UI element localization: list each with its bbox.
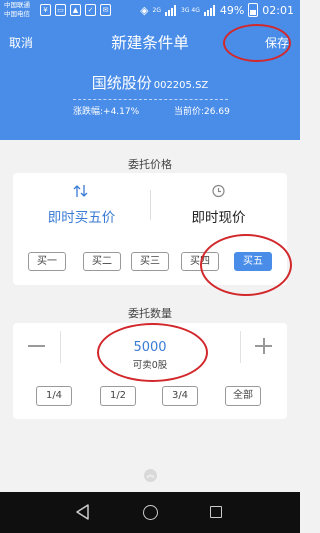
carrier-2: 中国电信 [4,10,30,18]
stock-code: 002205.SZ [153,80,209,91]
increase-button[interactable] [241,323,287,369]
signal-icon [203,4,216,16]
sort-arrows-icon [73,185,88,197]
battery-percent: 49% [219,3,245,17]
fraction-all[interactable]: 全部 [225,386,261,406]
clock-time: 02:01 [262,3,294,17]
quantity-section-title: 委托数量 [128,307,172,320]
expand-up-icon[interactable]: ︽ [144,469,157,482]
vibrate-icon: ◈ [140,3,149,17]
back-icon[interactable] [75,504,90,520]
navigation-bar [0,492,300,533]
image-notification-icon: ▭ [55,4,66,16]
fraction-three-quarter[interactable]: 3/4 [162,386,198,406]
recent-apps-icon[interactable] [210,506,222,518]
current-price: 当前价:26.69 [174,107,230,117]
fraction-half[interactable]: 1/2 [100,386,136,406]
network-type-1: 2G [152,6,161,14]
decrease-button[interactable] [13,323,59,369]
app-notification-icon: ✓ [85,4,96,16]
stock-title: 国统股份 002205.SZ [0,72,300,93]
carrier-1: 中国联通 [4,1,30,9]
level-buy-3[interactable]: 买三 [131,252,169,271]
status-right: ◈ 2G 3G 4G 49% 02:01 [140,3,294,17]
carrier-info: 中国联通 中国电信 [4,1,30,19]
battery-icon [248,3,259,17]
option-buy-five-label: 即时买五价 [47,210,116,226]
app-notification-icon: ¥ [40,4,51,16]
highlight-ring-quantity [97,323,208,382]
price-change: 涨跌幅:+4.17% [73,107,140,117]
option-current-price[interactable]: 即时现价 [150,173,287,235]
level-buy-2[interactable]: 买二 [83,252,121,271]
stepper-divider [60,331,61,363]
level-buy-1[interactable]: 买一 [28,252,66,271]
mail-notification-icon: ✉ [100,4,111,16]
highlight-ring-level [200,234,292,296]
clock-icon [212,184,225,198]
signal-icon [165,4,177,16]
status-bar: 中国联通 中国电信 ¥ ▭ ▲ ✓ ✉ ◈ 2G 3G 4G 49% 02:01 [0,0,300,22]
home-icon[interactable] [143,505,158,520]
network-type-2: 3G 4G [181,6,200,14]
fraction-quarter[interactable]: 1/4 [36,386,72,406]
header-divider [73,99,228,100]
stock-name: 国统股份 [91,74,152,92]
highlight-ring-save [223,24,291,62]
chart-notification-icon: ▲ [70,4,81,16]
option-buy-five-price[interactable]: 即时买五价 [13,173,150,235]
price-section-title: 委托价格 [128,158,172,171]
option-current-price-label: 即时现价 [191,210,246,226]
notification-icons: ¥ ▭ ▲ ✓ ✉ [40,4,111,16]
